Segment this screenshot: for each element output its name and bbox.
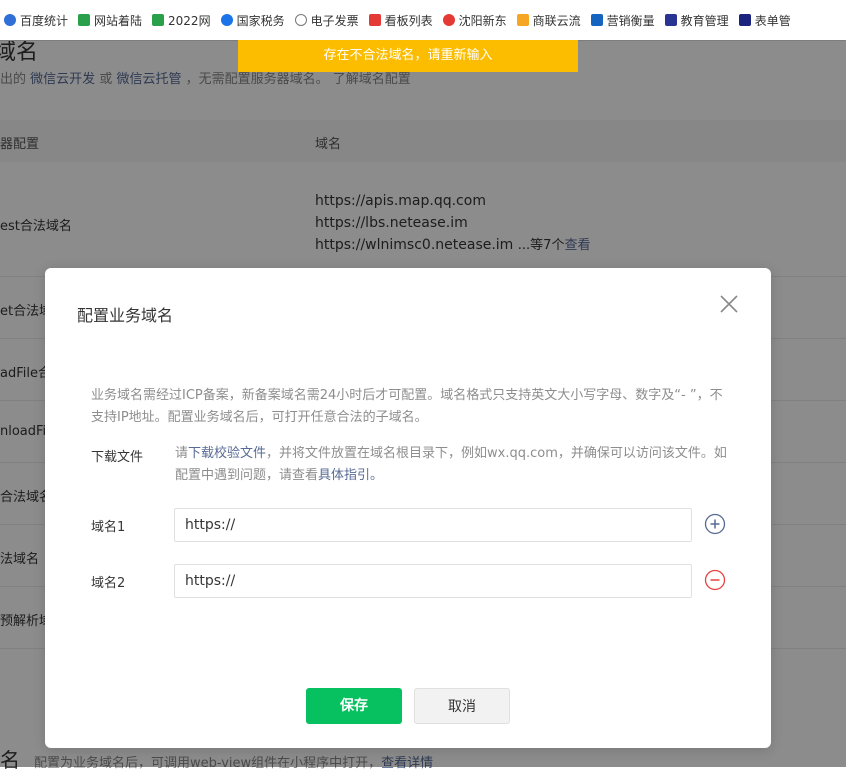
save-button[interactable]: 保存 <box>306 688 402 724</box>
bookmarks-bar: 百度统计 网站着陆 2022网 国家税务 电子发票 看板列表 沈阳新东 商联云流… <box>0 0 846 41</box>
sheet-icon <box>152 14 165 26</box>
brand-icon <box>664 14 677 26</box>
cancel-button[interactable]: 取消 <box>414 688 510 724</box>
dialog-title: 配置业务域名 <box>77 306 174 325</box>
brand-icon <box>442 14 455 26</box>
download-verify-file-link[interactable]: 下载校验文件 <box>188 446 266 461</box>
configure-business-domain-dialog: 配置业务域名 业务域名需经过ICP备案，新备案域名需24小时后才可配置。域名格式… <box>45 268 771 748</box>
bookmark-baidu-tongji[interactable]: 百度统计 <box>0 0 74 40</box>
bookmark-2022[interactable]: 2022网 <box>148 0 217 40</box>
bookmark-kanban[interactable]: 看板列表 <box>365 0 439 40</box>
close-icon[interactable] <box>717 292 741 316</box>
domain1-label: 域名1 <box>91 520 126 535</box>
guide-link[interactable]: 具体指引 <box>318 468 370 483</box>
bookmark-marketing[interactable]: 营销衡量 <box>587 0 661 40</box>
bookmark-education[interactable]: 教育管理 <box>661 0 735 40</box>
bookmark-shanglian[interactable]: 商联云流 <box>513 0 587 40</box>
minus-circle-icon[interactable] <box>704 569 726 591</box>
download-file-text: 请下载校验文件，并将文件放置在域名根目录下，例如wx.qq.com，并确保可以访… <box>175 446 727 483</box>
search-icon <box>220 14 233 26</box>
list-icon <box>590 14 603 26</box>
domain2-input[interactable] <box>174 564 692 598</box>
brand-icon <box>738 14 751 26</box>
globe-icon <box>294 14 307 26</box>
kanban-icon <box>368 14 381 26</box>
error-toast: 存在不合法域名，请重新输入 <box>238 40 578 72</box>
plus-circle-icon[interactable] <box>704 513 726 535</box>
domain1-input[interactable] <box>174 508 692 542</box>
brand-icon <box>516 14 529 26</box>
download-file-label: 下载文件 <box>91 450 144 465</box>
bookmark-site-landing[interactable]: 网站着陆 <box>74 0 148 40</box>
domain2-label: 域名2 <box>91 576 126 591</box>
bookmark-form[interactable]: 表单管 <box>735 0 797 40</box>
bookmark-shenyang[interactable]: 沈阳新东 <box>439 0 513 40</box>
sheet-icon <box>78 14 91 26</box>
bookmark-invoice[interactable]: 电子发票 <box>291 0 365 40</box>
bookmark-tax[interactable]: 国家税务 <box>217 0 291 40</box>
baidu-icon <box>4 14 16 26</box>
dialog-notice: 业务域名需经过ICP备案，新备案域名需24小时后才可配置。域名格式只支持英文大小… <box>91 388 723 425</box>
